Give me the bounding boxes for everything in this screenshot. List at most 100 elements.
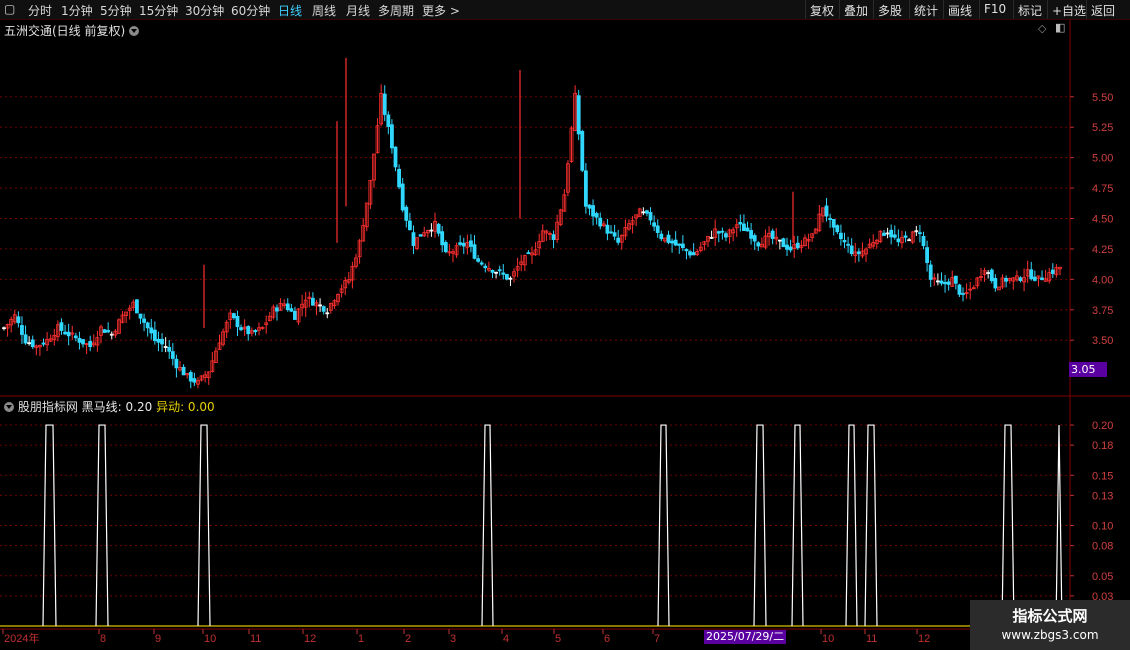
stock-name-label: 五洲交通(日线 前复权) [4, 24, 126, 38]
candle-body [23, 334, 28, 344]
mark-button[interactable]: 标记 [1013, 0, 1046, 19]
price-tick-label: 3.50 [1092, 335, 1113, 347]
period-tab-60min[interactable]: 60分钟 [231, 2, 270, 19]
kline-chart[interactable]: 5.50 5.25 5.00 4.75 4.50 4.25 4.00 3.75 3.50 0.20… [0, 20, 1130, 650]
candle-body [673, 239, 678, 246]
x-axis-label: 11 [866, 633, 877, 645]
candle-body [411, 232, 416, 246]
candle-body [163, 346, 168, 348]
candle-body [66, 331, 71, 337]
x-axis-label: 12 [304, 633, 316, 645]
candle-body [842, 239, 847, 243]
period-tab-5min[interactable]: 5分钟 [100, 2, 132, 19]
panel-toggle-icon[interactable]: ◧ [1055, 21, 1065, 34]
draw-line-button[interactable]: 画线 [943, 0, 976, 19]
candle-body [652, 222, 657, 227]
overlay-button[interactable]: 叠加 [839, 0, 872, 19]
price-tick-label: 4.50 [1092, 214, 1113, 226]
period-tab-monthly[interactable]: 月线 [346, 2, 370, 19]
candle-body [138, 313, 143, 319]
candle-body [907, 239, 912, 242]
dropdown-icon[interactable] [129, 26, 140, 36]
candle-body [88, 340, 93, 348]
candle-body [149, 327, 154, 334]
heima-value: 黑马线: 0.20 [81, 400, 153, 414]
fuquan-button[interactable]: 复权 [805, 0, 838, 19]
candle-body [756, 242, 761, 247]
candle-body [583, 170, 588, 207]
period-tab-fenshi[interactable]: 分时 [28, 2, 52, 19]
candle-body [882, 232, 886, 236]
candle-body [724, 233, 728, 238]
candle-body [59, 322, 64, 331]
price-panel-title: 五洲交通(日线 前复权) [4, 22, 140, 39]
back-button[interactable]: 返回 [1086, 0, 1119, 19]
candle-body [1018, 277, 1023, 281]
candle-body [407, 220, 412, 231]
candle-body [738, 221, 743, 225]
candle-body [605, 224, 610, 234]
candle-body [235, 315, 240, 328]
indicator-dropdown-icon[interactable] [4, 402, 14, 412]
candle-body [16, 316, 21, 324]
candle-body [670, 240, 674, 244]
candle-body [253, 329, 258, 333]
diamond-icon[interactable]: ◇ [1038, 22, 1046, 35]
candle-body [688, 251, 692, 256]
period-tab-30min[interactable]: 30分钟 [185, 2, 224, 19]
candle-body [781, 238, 786, 248]
candle-body [318, 304, 322, 307]
more-label: 更多 [422, 4, 447, 18]
period-tab-daily[interactable]: 日线 [278, 2, 302, 19]
period-tab-1min[interactable]: 1分钟 [61, 2, 93, 19]
side-panel-strip [1120, 24, 1130, 394]
yidong-value: 异动: 0.00 [156, 400, 215, 414]
candle-body [397, 168, 402, 188]
candle-body [41, 342, 46, 345]
candle-body [461, 242, 466, 247]
x-axis-label: 10 [204, 633, 216, 645]
indicator-tick-label: 0.18 [1092, 440, 1113, 452]
candle-body [1032, 276, 1037, 281]
heima-signal [197, 424, 211, 627]
indicator-title: 股朋指标网 黑马线: 0.20 异动: 0.00 [4, 398, 215, 415]
add-watchlist-button[interactable]: +自选 [1047, 0, 1090, 19]
candle-body [993, 278, 998, 289]
x-axis-label: 1 [358, 633, 364, 645]
candle-body [170, 351, 175, 359]
candle-body [795, 242, 800, 249]
period-tab-multi[interactable]: 多周期 [378, 2, 414, 19]
candle-body [889, 229, 894, 238]
candle-body [142, 318, 146, 323]
candle-body [896, 238, 901, 243]
candle-body [2, 327, 6, 330]
candle-body [20, 325, 24, 335]
candle-body [1004, 277, 1009, 282]
candle-body [785, 244, 789, 250]
indicator-tick-label: 0.10 [1092, 521, 1113, 533]
candle-body [181, 366, 186, 376]
f10-button[interactable]: F10 [979, 0, 1010, 19]
period-tab-weekly[interactable]: 周线 [312, 2, 336, 19]
candle-body [400, 183, 405, 211]
candle-body [641, 211, 646, 214]
x-axis-label: 10 [822, 633, 834, 645]
candle-body [404, 206, 409, 221]
period-tab-more[interactable]: 更多 > [422, 2, 460, 19]
candle-body [490, 270, 495, 273]
indicator-tick-label: 0.20 [1092, 420, 1113, 432]
candle-body [285, 303, 290, 311]
multi-stock-button[interactable]: 多股 [873, 0, 906, 19]
window-menu-icon[interactable]: ▢ [4, 2, 15, 16]
x-axis-label: 9 [155, 633, 161, 645]
candle-body [160, 338, 164, 345]
indicator-tick-label: 0.15 [1092, 470, 1113, 482]
candle-body [835, 225, 840, 233]
statistics-button[interactable]: 统计 [909, 0, 942, 19]
period-tab-15min[interactable]: 15分钟 [139, 2, 178, 19]
candle-body [231, 313, 236, 319]
price-tick-label: 5.25 [1092, 122, 1113, 134]
indicator-name: 股朋指标网 [17, 400, 78, 414]
candle-body [720, 230, 725, 233]
candle-body [81, 339, 85, 345]
